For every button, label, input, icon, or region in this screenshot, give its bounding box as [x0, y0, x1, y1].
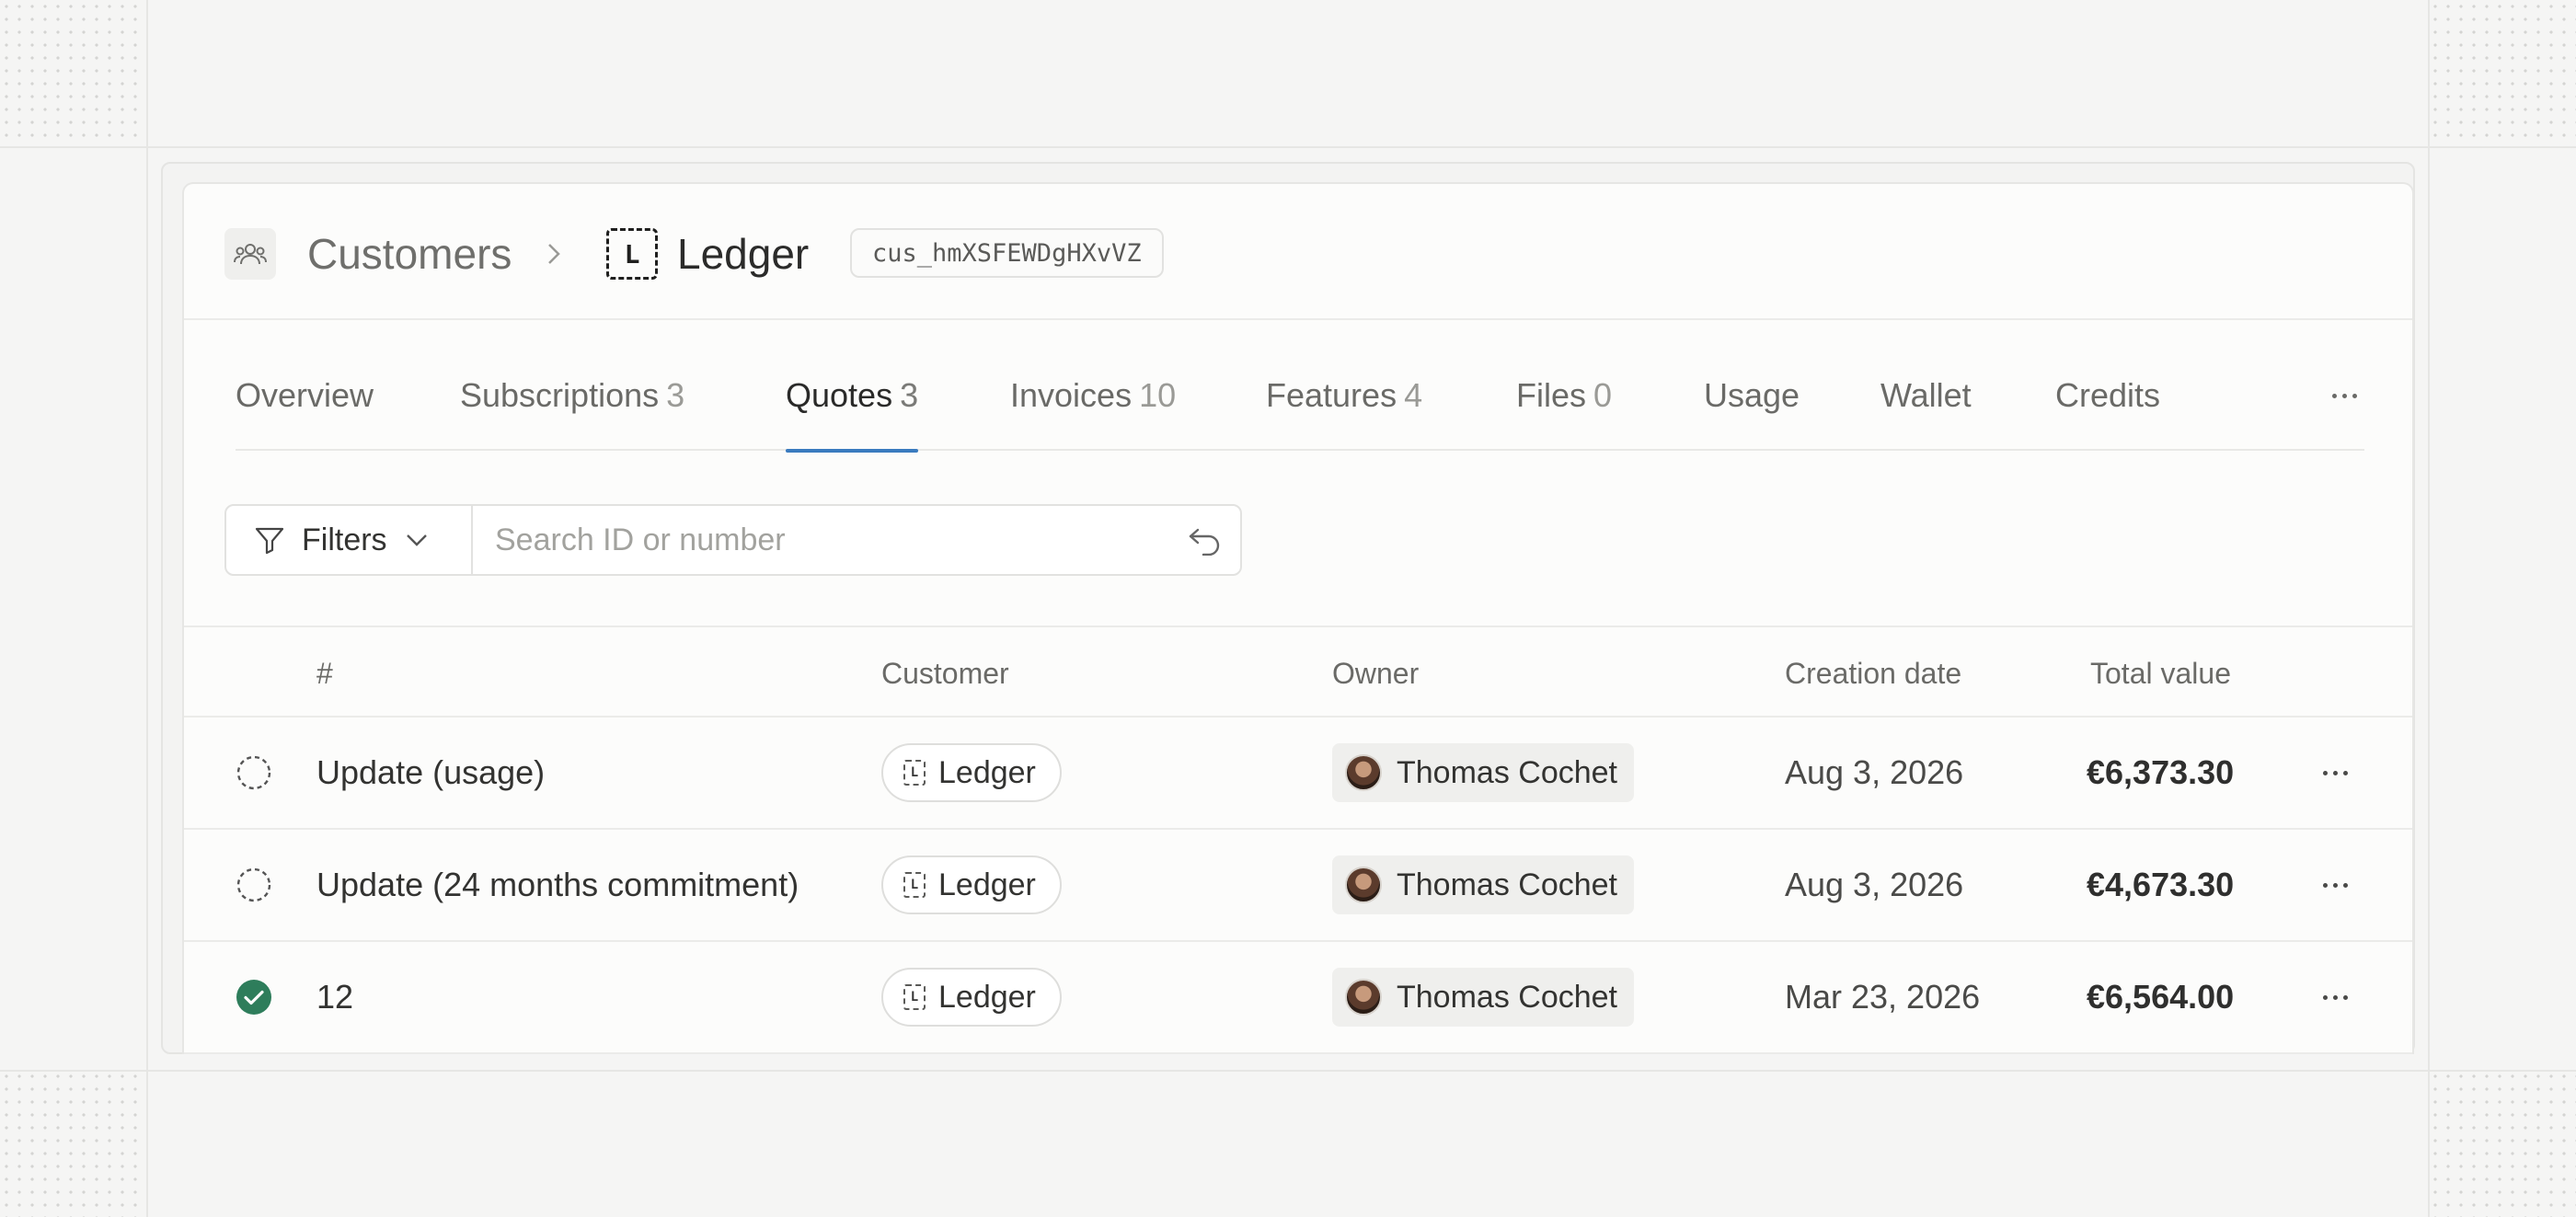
row-more-button[interactable]	[2317, 718, 2353, 828]
customer-name: Ledger	[938, 979, 1036, 1015]
creation-date: Aug 3, 2026	[1785, 753, 1964, 791]
background-dots	[0, 1070, 147, 1217]
customer-logo: L	[903, 984, 926, 1010]
owner-cell: Thomas Cochet	[1332, 830, 1634, 940]
tab-quotes[interactable]: Quotes 3	[786, 368, 919, 453]
creation-date: Aug 3, 2026	[1785, 866, 1964, 903]
table-row[interactable]: Update (24 months commitment) L Ledger T…	[184, 830, 2412, 942]
customer-chip[interactable]: L Ledger	[881, 968, 1062, 1027]
background-dots	[2429, 0, 2576, 147]
background-dots	[2429, 1070, 2576, 1217]
customer-card: Customers L Ledger cus_hmXSFEWDgHXvVZ Ov…	[182, 182, 2414, 1054]
filter-bar: Filters	[224, 504, 1242, 576]
column-header-total-value[interactable]: Total value	[2090, 657, 2231, 691]
guide-line	[0, 1070, 2576, 1072]
tab-usage[interactable]: Usage	[1704, 368, 1800, 451]
owner-chip[interactable]: Thomas Cochet	[1332, 855, 1634, 914]
column-header-customer[interactable]: Customer	[881, 657, 1009, 691]
tab-count: 10	[1139, 376, 1177, 414]
table-row[interactable]: 12 L Ledger Thomas Cochet Mar 23, 2026 €…	[184, 942, 2412, 1054]
filter-icon	[255, 527, 284, 555]
quote-number[interactable]: 12	[316, 942, 353, 1052]
customer-id-badge[interactable]: cus_hmXSFEWDgHXvVZ	[850, 228, 1164, 278]
quote-number[interactable]: Update (usage)	[316, 718, 545, 828]
tabs-more-button[interactable]	[2324, 377, 2364, 414]
column-header-number[interactable]: #	[316, 657, 333, 691]
customer-name: Ledger	[938, 867, 1036, 902]
draft-status-icon	[234, 830, 274, 940]
table-row[interactable]: Update (usage) L Ledger Thomas Cochet Au…	[184, 718, 2412, 830]
avatar	[1345, 754, 1382, 791]
tab-label: Invoices	[1010, 376, 1133, 414]
tab-wallet[interactable]: Wallet	[1880, 368, 1972, 451]
tab-count: 0	[1593, 376, 1613, 414]
filters-label: Filters	[302, 522, 387, 557]
total-value: €6,564.00	[2087, 978, 2235, 1016]
owner-name: Thomas Cochet	[1397, 754, 1617, 790]
tab-label: Files	[1516, 376, 1587, 414]
chevron-right-icon	[545, 235, 565, 277]
customers-icon[interactable]	[224, 228, 276, 280]
tab-subscriptions[interactable]: Subscriptions 3	[460, 368, 684, 451]
owner-name: Thomas Cochet	[1397, 867, 1617, 902]
row-more-button[interactable]	[2317, 942, 2353, 1052]
tab-label: Usage	[1704, 376, 1800, 414]
draft-status-icon	[234, 718, 274, 828]
breadcrumb-customers-link[interactable]: Customers	[307, 230, 512, 278]
column-header-creation-date[interactable]: Creation date	[1785, 657, 1961, 691]
tab-count: 3	[900, 376, 919, 414]
avatar	[1345, 867, 1382, 903]
tab-label: Quotes	[786, 376, 893, 414]
table-header: # Customer Owner Creation date Total val…	[184, 626, 2412, 718]
breadcrumb: Customers L Ledger cus_hmXSFEWDgHXvVZ	[184, 184, 2412, 320]
tab-files[interactable]: Files 0	[1516, 368, 1612, 451]
tab-count: 3	[666, 376, 685, 414]
page-title: Ledger	[677, 230, 810, 278]
tab-label: Subscriptions	[460, 376, 660, 414]
avatar	[1345, 979, 1382, 1016]
owner-chip[interactable]: Thomas Cochet	[1332, 968, 1634, 1027]
tab-credits[interactable]: Credits	[2055, 368, 2160, 451]
undo-icon	[1189, 528, 1220, 556]
total-value: €4,673.30	[2087, 866, 2235, 903]
filters-button[interactable]: Filters	[226, 506, 473, 574]
customer-chip[interactable]: L Ledger	[881, 855, 1062, 914]
total-value: €6,373.30	[2087, 753, 2235, 791]
customer-logo: L	[903, 872, 926, 898]
guide-line	[2428, 0, 2430, 1217]
customer-cell: L Ledger	[881, 718, 1062, 828]
tab-bar: Overview Subscriptions 3 Quotes 3 Invoices…	[236, 368, 2364, 453]
tab-label: Features	[1266, 376, 1397, 414]
owner-name: Thomas Cochet	[1397, 979, 1617, 1015]
customer-logo: L	[606, 228, 658, 280]
chevron-down-icon	[406, 534, 427, 546]
column-header-owner[interactable]: Owner	[1332, 657, 1419, 691]
owner-chip[interactable]: Thomas Cochet	[1332, 743, 1634, 802]
owner-cell: Thomas Cochet	[1332, 942, 1634, 1052]
guide-line	[0, 146, 2576, 148]
search-input[interactable]	[475, 506, 1174, 574]
tab-overview[interactable]: Overview	[236, 368, 374, 451]
creation-date: Mar 23, 2026	[1785, 978, 1981, 1016]
tab-label: Wallet	[1880, 376, 1972, 414]
accepted-status-icon	[234, 942, 274, 1052]
customer-cell: L Ledger	[881, 942, 1062, 1052]
owner-cell: Thomas Cochet	[1332, 718, 1634, 828]
quote-number[interactable]: Update (24 months commitment)	[316, 830, 799, 940]
tab-label: Credits	[2055, 376, 2161, 414]
quotes-table: # Customer Owner Creation date Total val…	[184, 626, 2412, 1054]
background-dots	[0, 0, 147, 147]
tab-features[interactable]: Features 4	[1266, 368, 1422, 451]
tab-invoices[interactable]: Invoices 10	[1010, 368, 1176, 451]
customer-logo: L	[903, 760, 926, 786]
customer-cell: L Ledger	[881, 830, 1062, 940]
reset-search-button[interactable]	[1183, 519, 1227, 561]
tab-count: 4	[1404, 376, 1423, 414]
customer-chip[interactable]: L Ledger	[881, 743, 1062, 802]
tab-label: Overview	[236, 376, 374, 414]
row-more-button[interactable]	[2317, 830, 2353, 940]
guide-line	[146, 0, 148, 1217]
customer-name: Ledger	[938, 754, 1036, 790]
